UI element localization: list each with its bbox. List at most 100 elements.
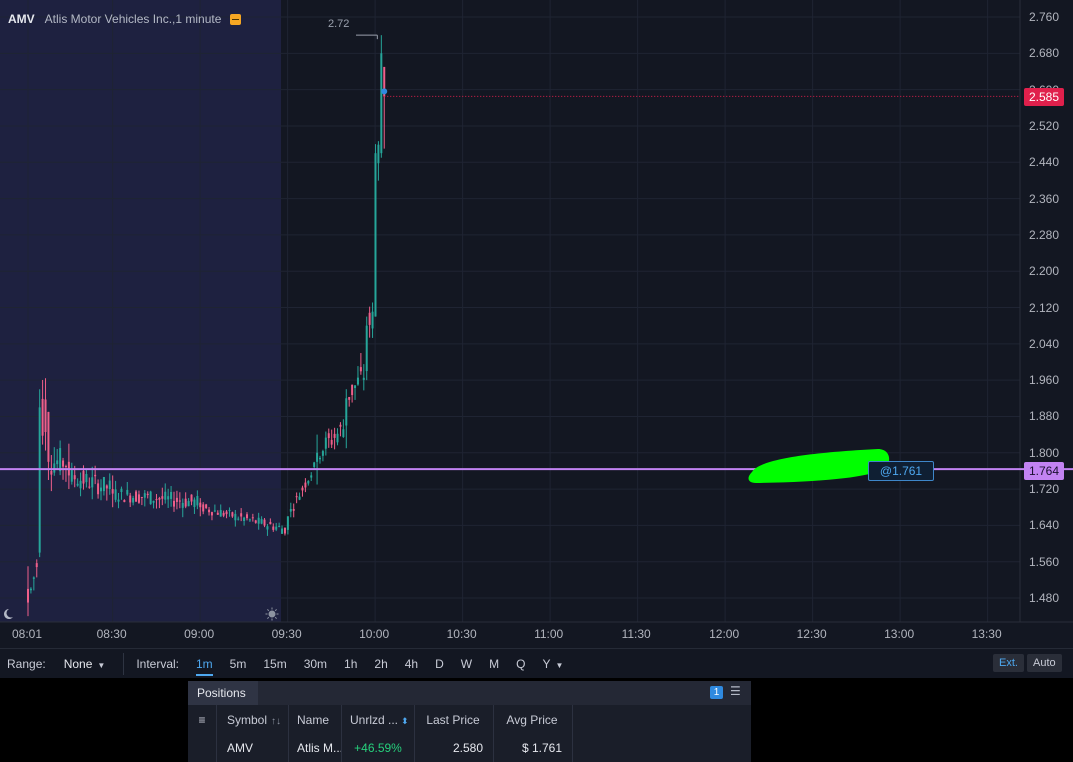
candle-body [146, 493, 149, 496]
candle-body [272, 526, 275, 530]
column-unrealized[interactable]: Unrlzd ... ⬍ [342, 705, 415, 735]
column-last-price[interactable]: Last Price [415, 705, 494, 735]
positions-header: Positions 1 ☰ [188, 681, 751, 705]
legend-description: Atlis Motor Vehicles Inc.,1 minute [44, 12, 222, 26]
candle-body [59, 448, 62, 472]
candle-body [213, 510, 216, 512]
table-row[interactable]: AMV Atlis M... +46.59% 2.580 $ 1.761 [188, 735, 573, 762]
interval-5m[interactable]: 5m [230, 657, 247, 671]
candle-body [246, 514, 248, 519]
position-line-tag[interactable]: @1.761 [868, 461, 934, 481]
candle-body [155, 499, 158, 501]
interval-label: Interval: [136, 656, 179, 671]
legend-symbol[interactable]: AMV [8, 12, 35, 26]
cell-last-price: 2.580 [415, 735, 494, 762]
interval-w[interactable]: W [461, 657, 472, 671]
interval-q[interactable]: Q [516, 657, 525, 671]
chart-canvas[interactable] [0, 0, 1073, 648]
auto-scale-button[interactable]: Auto [1027, 654, 1062, 672]
chart-legend: AMV Atlis Motor Vehicles Inc.,1 minute [8, 12, 242, 26]
interval-m[interactable]: M [489, 657, 499, 671]
price-tick-label: 1.960 [1029, 373, 1060, 388]
interval-15m[interactable]: 15m [263, 657, 286, 671]
candle-body [205, 504, 208, 508]
range-dropdown[interactable]: None ▼ [64, 657, 106, 671]
candle-body [345, 398, 348, 426]
column-name[interactable]: Name [289, 705, 342, 735]
candle-body [187, 501, 190, 507]
sort-active-icon: ⬍ [401, 716, 409, 726]
column-symbol[interactable]: Symbol ↑↓ [217, 705, 289, 735]
toolbar-divider [123, 652, 125, 675]
flag-icon[interactable] [230, 13, 242, 25]
price-tick-label: 1.720 [1029, 482, 1060, 497]
positions-count-badge: 1 [710, 686, 723, 699]
candle-body [307, 480, 310, 484]
candle-body [266, 526, 269, 530]
time-tick-label: 12:30 [796, 627, 827, 641]
candle-body [64, 466, 67, 468]
candle-body [231, 512, 234, 517]
candle-body [254, 520, 257, 523]
candle-body [234, 513, 237, 521]
price-tick-label: 1.560 [1029, 554, 1060, 569]
price-tick-label: 2.360 [1029, 191, 1060, 206]
last-price-dot [381, 88, 388, 95]
interval-2h[interactable]: 2h [374, 657, 387, 671]
column-avg-price[interactable]: Avg Price [494, 705, 573, 735]
candle-body [275, 526, 278, 530]
candle-body [135, 491, 138, 502]
candle-body [330, 439, 333, 445]
candle-body [140, 496, 143, 498]
candle-body [359, 367, 362, 372]
candle-body [117, 499, 120, 502]
interval-y-label: Y [542, 656, 551, 671]
interval-y[interactable]: Y ▼ [542, 657, 563, 671]
candle-body [27, 588, 29, 603]
candle-body [380, 53, 383, 154]
candle-body [356, 377, 359, 385]
candle-body [82, 470, 85, 484]
candle-body [310, 475, 313, 478]
candle-body [321, 451, 324, 456]
row-spacer [188, 735, 217, 762]
candle-body [228, 509, 231, 511]
sun-icon [268, 610, 276, 618]
chart-area[interactable]: AMV Atlis Motor Vehicles Inc.,1 minute 2… [0, 0, 1073, 648]
candle-body [178, 500, 181, 502]
list-icon[interactable]: ☰ [730, 684, 741, 698]
price-tick-label: 2.440 [1029, 155, 1060, 170]
price-tick-label: 2.280 [1029, 227, 1060, 242]
candle-body [161, 496, 164, 499]
candle-body [53, 463, 56, 473]
candle-body [32, 577, 35, 579]
candle-body [158, 498, 161, 500]
candle-body [316, 452, 319, 462]
column-menu-icon[interactable]: ≡ [188, 705, 217, 735]
candle-body [208, 509, 211, 513]
interval-d[interactable]: D [435, 657, 444, 671]
time-tick-label: 13:30 [971, 627, 1002, 641]
candle-body [283, 527, 286, 534]
interval-30m[interactable]: 30m [304, 657, 327, 671]
interval-1h[interactable]: 1h [344, 657, 357, 671]
candle-body [342, 429, 345, 437]
candle-body [167, 496, 170, 500]
candle-body [333, 433, 336, 438]
candle-body [260, 519, 263, 524]
chart-toolbar: Range: None ▼ Interval: 1m 5m 15m 30m 1h … [0, 648, 1073, 678]
candle-body [88, 486, 91, 488]
interval-1m[interactable]: 1m [196, 657, 213, 676]
interval-4h[interactable]: 4h [405, 657, 418, 671]
candle-body [132, 497, 135, 503]
time-tick-label: 11:30 [621, 627, 651, 641]
candle-body [91, 477, 94, 488]
chevron-down-icon: ▼ [555, 660, 564, 670]
candle-body [336, 433, 339, 443]
ext-hours-button[interactable]: Ext. [993, 654, 1024, 672]
candle-body [319, 457, 321, 460]
candle-body [73, 475, 76, 480]
candle-body [175, 497, 178, 502]
tab-positions[interactable]: Positions [188, 681, 258, 705]
high-marker-label: 2.72 [328, 18, 350, 30]
